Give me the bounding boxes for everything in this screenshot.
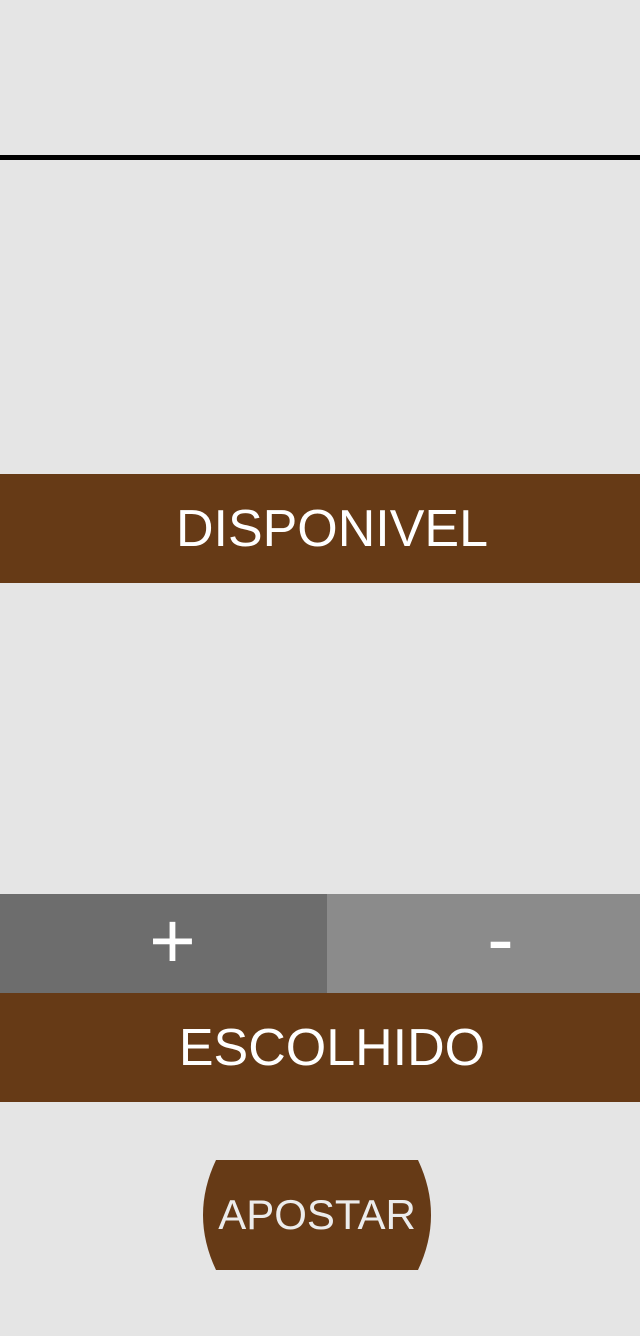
header-area <box>0 0 640 155</box>
minus-label: - <box>487 893 514 983</box>
available-label: DISPONIVEL <box>175 499 489 558</box>
chosen-section-header: ESCOLHIDO <box>0 993 640 1102</box>
bet-button[interactable]: APOSTAR <box>202 1160 432 1270</box>
quantity-stepper: + - <box>0 894 640 993</box>
available-items-list[interactable] <box>0 160 640 474</box>
decrement-button[interactable]: - <box>327 894 640 993</box>
chosen-label: ESCOLHIDO <box>178 1018 486 1077</box>
app-screen: DISPONIVEL + - ESCOLHIDO APOSTAR <box>0 0 640 1336</box>
available-section-header: DISPONIVEL <box>0 474 640 583</box>
bet-button-label: APOSTAR <box>218 1191 416 1238</box>
increment-button[interactable]: + <box>0 894 327 993</box>
chosen-items-list[interactable] <box>0 583 640 894</box>
plus-label: + <box>149 895 196 985</box>
